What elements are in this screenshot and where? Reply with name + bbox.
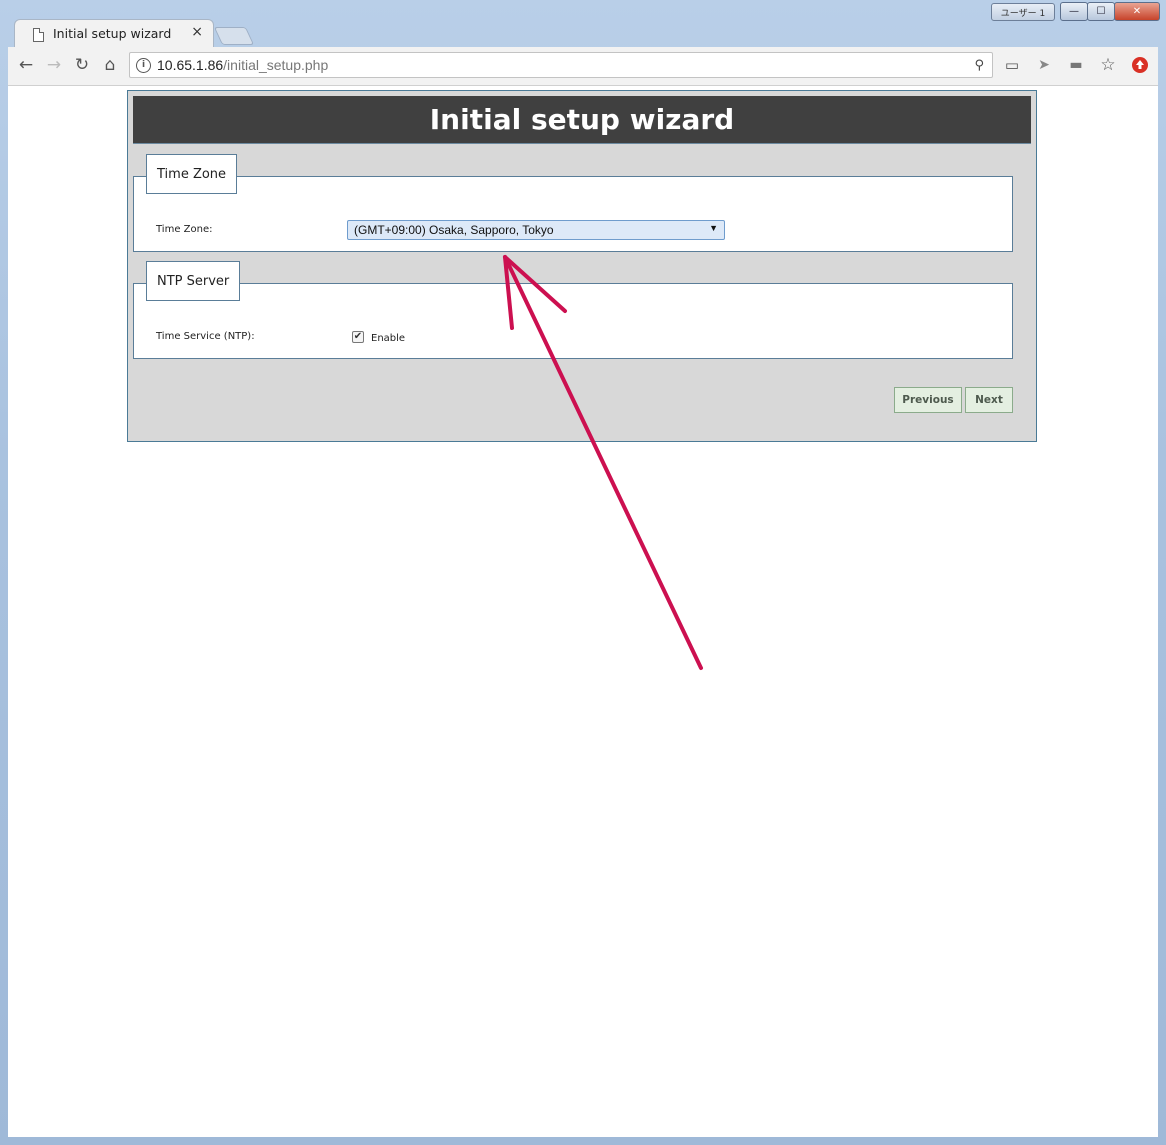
cursor-extension-icon[interactable]: ➤ xyxy=(1034,55,1054,75)
ntp-server-fieldset: NTP Server Time Service (NTP): ✔ Enable xyxy=(133,261,1013,359)
minimize-button[interactable]: — xyxy=(1060,2,1088,21)
time-zone-fieldset: Time Zone Time Zone: (GMT+09:00) Osaka, … xyxy=(133,154,1013,252)
tab-close-icon[interactable]: × xyxy=(191,24,203,40)
dropdown-arrow-icon: ▼ xyxy=(709,223,718,233)
setup-wizard-panel: Initial setup wizard Time Zone Time Zone… xyxy=(127,90,1037,442)
ntp-enable-checkbox[interactable]: ✔ xyxy=(352,331,364,343)
browser-tab[interactable]: Initial setup wizard × xyxy=(14,19,214,47)
star-icon[interactable]: ☆ xyxy=(1098,55,1118,75)
page-content: Initial setup wizard Time Zone Time Zone… xyxy=(8,86,1158,1137)
tab-title: Initial setup wizard xyxy=(53,26,172,41)
wizard-title: Initial setup wizard xyxy=(133,96,1031,144)
browser-toolbar: ← → ↻ ⌂ i 10.65.1.86/initial_setup.php ⚲… xyxy=(8,47,1158,86)
user-badge[interactable]: ユーザー 1 xyxy=(991,3,1055,21)
next-button[interactable]: Next xyxy=(965,387,1013,413)
info-icon[interactable]: i xyxy=(136,58,151,73)
reload-icon[interactable]: ↻ xyxy=(72,55,92,75)
browser-window: ユーザー 1 — ☐ ✕ Initial setup wizard × ← → … xyxy=(0,0,1166,1145)
update-icon[interactable] xyxy=(1130,55,1150,75)
new-tab-button[interactable] xyxy=(213,27,255,45)
ntp-server-legend: NTP Server xyxy=(146,261,241,301)
url-path: /initial_setup.php xyxy=(223,57,329,73)
key-icon[interactable]: ⚲ xyxy=(974,58,984,73)
previous-button[interactable]: Previous xyxy=(894,387,962,413)
time-zone-selected-value: (GMT+09:00) Osaka, Sapporo, Tokyo xyxy=(354,223,554,237)
address-bar[interactable]: i 10.65.1.86/initial_setup.php ⚲ xyxy=(129,52,993,78)
cast-icon[interactable]: ▭ xyxy=(1002,55,1022,75)
ntp-label: Time Service (NTP): xyxy=(156,331,255,342)
page-icon xyxy=(33,28,44,42)
close-window-button[interactable]: ✕ xyxy=(1114,2,1160,21)
image-extension-icon[interactable]: ▬ xyxy=(1066,55,1086,75)
maximize-button[interactable]: ☐ xyxy=(1087,2,1115,21)
ntp-enable-label[interactable]: Enable xyxy=(371,333,405,344)
url-host: 10.65.1.86 xyxy=(157,57,224,73)
time-zone-select[interactable]: (GMT+09:00) Osaka, Sapporo, Tokyo ▼ xyxy=(347,220,725,240)
time-zone-legend: Time Zone xyxy=(146,154,238,194)
home-icon[interactable]: ⌂ xyxy=(100,55,120,75)
time-zone-label: Time Zone: xyxy=(156,224,213,235)
forward-icon[interactable]: → xyxy=(44,55,64,75)
back-icon[interactable]: ← xyxy=(16,55,36,75)
url-text: 10.65.1.86/initial_setup.php xyxy=(157,57,328,73)
